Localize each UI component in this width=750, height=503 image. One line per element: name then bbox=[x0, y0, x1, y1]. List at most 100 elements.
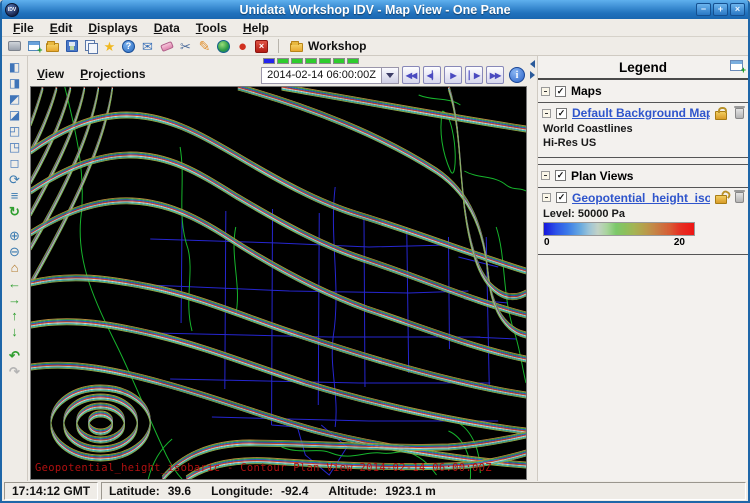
menu-help[interactable]: Help bbox=[236, 20, 276, 36]
geopotential-checkbox[interactable] bbox=[556, 192, 567, 203]
contour-bundles-layer bbox=[31, 87, 526, 479]
play-button[interactable]: ▶ bbox=[444, 66, 462, 84]
save-bundle-icon[interactable] bbox=[64, 39, 79, 54]
step-back-button[interactable]: ◀▏ bbox=[423, 66, 441, 84]
go-to-start-button[interactable]: ◀◀ bbox=[402, 66, 420, 84]
view-left-icon[interactable]: ◩ bbox=[6, 91, 24, 107]
collapse-icon[interactable] bbox=[542, 109, 551, 118]
record-movie-icon[interactable]: ● bbox=[235, 39, 250, 54]
view-bottom-icon[interactable]: ◨ bbox=[6, 75, 24, 91]
map-menu-bar: View Projections bbox=[31, 67, 150, 86]
collapse-icon[interactable] bbox=[541, 171, 550, 180]
undo-icon[interactable]: ↶ bbox=[6, 347, 24, 363]
lock-icon[interactable] bbox=[715, 111, 727, 120]
remove-display-icon[interactable] bbox=[735, 192, 744, 203]
workshop-label: Workshop bbox=[308, 39, 366, 53]
pan-down-icon[interactable]: ↓ bbox=[6, 323, 24, 339]
latitude-value: 39.6 bbox=[168, 484, 191, 498]
pan-right-icon[interactable]: → bbox=[6, 291, 24, 307]
splitter-collapse-left-icon[interactable] bbox=[530, 60, 535, 68]
maximize-button[interactable]: + bbox=[713, 3, 728, 16]
redo-icon[interactable]: ↷ bbox=[6, 363, 24, 379]
time-step-box[interactable] bbox=[263, 58, 275, 64]
minimize-button[interactable]: − bbox=[696, 3, 711, 16]
eraser-icon[interactable] bbox=[159, 39, 174, 54]
collapse-icon[interactable] bbox=[542, 193, 551, 202]
view-front-icon[interactable]: ◰ bbox=[6, 123, 24, 139]
close-button[interactable]: × bbox=[730, 3, 745, 16]
float-legend-icon[interactable] bbox=[730, 60, 743, 71]
favorites-star-icon[interactable]: ★ bbox=[102, 39, 117, 54]
time-step-box[interactable] bbox=[277, 58, 289, 64]
pan-up-icon[interactable]: ↑ bbox=[6, 307, 24, 323]
background-maps-link[interactable]: Default Background Maps bbox=[572, 106, 710, 120]
cut-icon[interactable]: ✂ bbox=[178, 39, 193, 54]
auto-rotate-icon[interactable]: ↻ bbox=[6, 203, 24, 219]
time-step-box[interactable] bbox=[333, 58, 345, 64]
map-display-area[interactable]: Geopotential_height_isobaric - Contour P… bbox=[30, 86, 527, 480]
step-forward-button[interactable]: ▏▶ bbox=[465, 66, 483, 84]
menu-view[interactable]: View bbox=[37, 67, 64, 81]
time-animation-control: 2014-02-14 06:00:00Z ◀◀ ◀▏ ▶ ▏▶ ▶▶ i bbox=[261, 57, 525, 86]
time-step-box[interactable] bbox=[291, 58, 303, 64]
legend-item-background-maps: Default Background Maps World Coastlines… bbox=[538, 103, 748, 158]
maps-visibility-checkbox[interactable] bbox=[555, 86, 566, 97]
send-support-icon[interactable]: ✉ bbox=[140, 39, 155, 54]
go-to-end-button[interactable]: ▶▶ bbox=[486, 66, 504, 84]
time-select-dropdown[interactable]: 2014-02-14 06:00:00Z bbox=[261, 67, 399, 84]
menu-displays[interactable]: Displays bbox=[81, 20, 144, 36]
color-scale-min: 0 bbox=[544, 237, 550, 248]
globe-icon[interactable] bbox=[216, 39, 231, 54]
new-display-window-icon[interactable] bbox=[26, 39, 41, 54]
view-top-icon[interactable]: ◧ bbox=[6, 59, 24, 75]
unlock-icon[interactable] bbox=[715, 195, 727, 204]
map-layer-label: World Coastlines bbox=[543, 122, 744, 136]
splitter-collapse-right-icon[interactable] bbox=[530, 71, 535, 79]
collapse-icon[interactable] bbox=[541, 87, 550, 96]
view-toolbar: ◧ ◨ ◩ ◪ ◰ ◳ ◻ ⟳ ≡ ↻ ⊕ ⊖ ⌂ ← → ↑ ↓ ↶ bbox=[2, 56, 28, 481]
main-toolbar: ★ ? ✉ ✂ ✎ ● × Workshop bbox=[2, 37, 748, 56]
time-step-box[interactable] bbox=[319, 58, 331, 64]
time-step-box[interactable] bbox=[305, 58, 317, 64]
open-file-icon[interactable] bbox=[45, 39, 60, 54]
longitude-label: Longitude: bbox=[211, 484, 273, 498]
animation-properties-button[interactable]: i bbox=[509, 67, 525, 83]
time-step-indicator[interactable] bbox=[263, 58, 359, 64]
edit-pencil-icon[interactable]: ✎ bbox=[197, 39, 212, 54]
menu-data[interactable]: Data bbox=[147, 20, 187, 36]
menu-edit[interactable]: Edit bbox=[43, 20, 80, 36]
rotate-view-icon[interactable]: ⟳ bbox=[6, 171, 24, 187]
dropdown-arrow-icon[interactable] bbox=[381, 68, 398, 83]
geopotential-display-link[interactable]: Geopotential_height_isob... bbox=[572, 191, 710, 205]
time-step-box[interactable] bbox=[347, 58, 359, 64]
current-time-value: 2014-02-14 06:00:00Z bbox=[262, 68, 381, 83]
menu-projections[interactable]: Projections bbox=[80, 67, 145, 81]
title-bar[interactable]: IDV Unidata Workshop IDV - Map View - On… bbox=[2, 0, 748, 19]
map-canvas[interactable] bbox=[31, 87, 526, 479]
color-scale-bar[interactable] bbox=[543, 222, 695, 236]
show-dashboard-icon[interactable] bbox=[7, 39, 22, 54]
zoom-out-icon[interactable]: ⊖ bbox=[6, 243, 24, 259]
menu-tools[interactable]: Tools bbox=[189, 20, 234, 36]
plan-views-visibility-checkbox[interactable] bbox=[555, 170, 566, 181]
copy-icon[interactable] bbox=[83, 39, 98, 54]
home-view-icon[interactable]: ⌂ bbox=[6, 259, 24, 275]
view-back-icon[interactable]: ◳ bbox=[6, 139, 24, 155]
toolbar-separator bbox=[278, 39, 279, 53]
exit-icon[interactable]: × bbox=[254, 39, 269, 54]
workshop-folder-icon bbox=[290, 43, 303, 52]
view-right-icon[interactable]: ◪ bbox=[6, 107, 24, 123]
legend-category-plan-views: Plan Views bbox=[538, 164, 748, 188]
background-maps-checkbox[interactable] bbox=[556, 108, 567, 119]
perspective-view-icon[interactable]: ◻ bbox=[6, 155, 24, 171]
pan-left-icon[interactable]: ← bbox=[6, 275, 24, 291]
cursor-position-readout: Latitude: 39.6 Longitude: -92.4 Altitude… bbox=[101, 482, 746, 500]
menu-file[interactable]: File bbox=[6, 20, 41, 36]
window-title: Unidata Workshop IDV - Map View - One Pa… bbox=[2, 3, 748, 17]
zoom-in-icon[interactable]: ⊕ bbox=[6, 227, 24, 243]
help-icon[interactable]: ? bbox=[121, 39, 136, 54]
workshop-tab[interactable]: Workshop bbox=[290, 39, 366, 53]
legend-splitter[interactable] bbox=[528, 56, 538, 481]
ruler-icon[interactable]: ≡ bbox=[6, 187, 24, 203]
remove-display-icon[interactable] bbox=[735, 108, 744, 119]
